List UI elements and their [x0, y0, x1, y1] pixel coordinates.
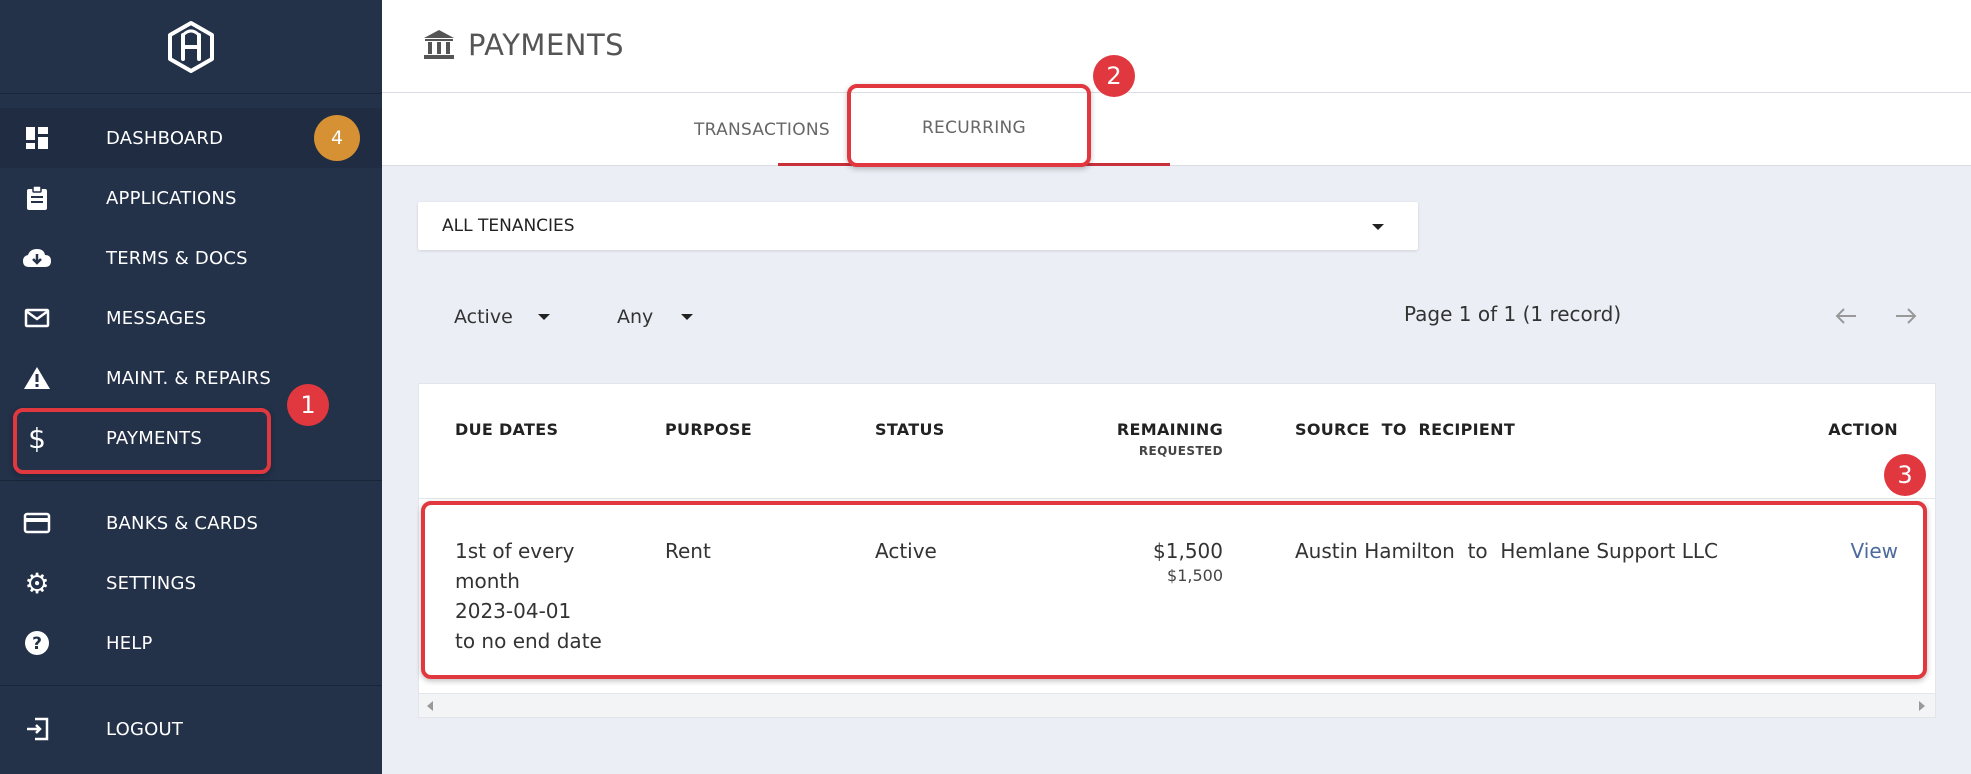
- gear-icon: ⚙: [24, 566, 50, 600]
- column-header-due-dates: DUE DATES: [455, 420, 559, 439]
- column-header-action: ACTION: [1828, 420, 1898, 439]
- bank-icon: [424, 30, 454, 59]
- annotation-box-recurring-row: [421, 501, 1927, 679]
- sidebar-item-label: DASHBOARD: [106, 127, 224, 149]
- cloud-download-icon: [22, 243, 52, 273]
- arrow-right-icon: [1896, 308, 1917, 324]
- sidebar-item-label: HELP: [106, 632, 153, 654]
- svg-text:?: ?: [32, 634, 42, 654]
- column-header-remaining: REMAINING: [1116, 420, 1223, 439]
- hemlane-logo-icon[interactable]: [164, 20, 218, 74]
- chevron-down-icon: [681, 314, 693, 320]
- tenancy-select[interactable]: ALL TENANCIES: [418, 202, 1418, 250]
- previous-page-button[interactable]: [1830, 300, 1862, 332]
- status-filter-value: Active: [454, 306, 513, 328]
- clipboard-icon: [22, 183, 52, 213]
- column-header-status: STATUS: [875, 420, 945, 439]
- sidebar-item-label: TERMS & DOCS: [106, 247, 248, 269]
- sidebar-item-banks-cards[interactable]: BANKS & CARDS: [0, 493, 382, 553]
- annotation-box-payments: [13, 408, 271, 474]
- horizontal-scrollbar[interactable]: [419, 693, 1935, 717]
- type-filter[interactable]: Any: [617, 302, 693, 332]
- sidebar-divider: [0, 93, 382, 94]
- sidebar-item-label: SETTINGS: [106, 572, 197, 594]
- warning-icon: [22, 363, 52, 393]
- credit-card-icon: [22, 508, 52, 538]
- sidebar-item-label: LOGOUT: [106, 718, 184, 740]
- sidebar-item-label: MESSAGES: [106, 307, 207, 329]
- sidebar-item-label: MAINT. & REPAIRS: [106, 367, 272, 389]
- chevron-down-icon: [1372, 224, 1384, 230]
- tenancy-select-value: ALL TENANCIES: [442, 216, 575, 236]
- scroll-left-icon[interactable]: [427, 701, 433, 711]
- table-header-divider: [419, 498, 1935, 499]
- status-filter[interactable]: Active: [454, 302, 550, 332]
- sidebar: DASHBOARD 4 APPLICATIONS TERMS & DOCS ME…: [0, 0, 382, 774]
- column-header-purpose: PURPOSE: [665, 420, 752, 439]
- chevron-down-icon: [538, 314, 550, 320]
- arrow-left-icon: [1835, 308, 1856, 324]
- column-header-source-recipient: SOURCE TO RECIPIENT: [1295, 420, 1516, 439]
- type-filter-value: Any: [617, 306, 654, 328]
- pagination-info: Page 1 of 1 (1 record): [1404, 302, 1622, 326]
- tab-bar: TRANSACTIONS RECURRING: [382, 93, 1971, 166]
- logout-icon: [22, 714, 52, 744]
- annotation-box-recurring-tab: [847, 84, 1091, 167]
- sidebar-item-messages[interactable]: MESSAGES: [0, 288, 382, 348]
- next-page-button[interactable]: [1890, 300, 1922, 332]
- dashboard-icon: [22, 123, 52, 153]
- sidebar-item-dashboard[interactable]: DASHBOARD 4: [0, 108, 382, 168]
- sidebar-divider: [0, 685, 382, 686]
- page-title: PAYMENTS: [468, 28, 625, 62]
- annotation-number-2: 2: [1093, 55, 1135, 97]
- annotation-number-3: 3: [1884, 454, 1926, 496]
- sidebar-item-help[interactable]: ? HELP: [0, 613, 382, 673]
- annotation-number-1: 1: [287, 384, 329, 426]
- sidebar-item-label: APPLICATIONS: [106, 187, 237, 209]
- sidebar-item-applications[interactable]: APPLICATIONS: [0, 168, 382, 228]
- sidebar-item-label: BANKS & CARDS: [106, 512, 259, 534]
- sidebar-item-logout[interactable]: LOGOUT: [0, 699, 382, 759]
- sidebar-item-settings[interactable]: ⚙ SETTINGS: [0, 553, 382, 613]
- mail-icon: [22, 303, 52, 333]
- sidebar-divider: [0, 480, 382, 481]
- page-header: PAYMENTS: [382, 0, 1971, 93]
- column-header-requested: REQUESTED: [1138, 444, 1223, 458]
- notification-badge: 4: [314, 115, 360, 161]
- help-icon: ?: [22, 628, 52, 658]
- sidebar-item-terms-docs[interactable]: TERMS & DOCS: [0, 228, 382, 288]
- scroll-right-icon[interactable]: [1919, 701, 1925, 711]
